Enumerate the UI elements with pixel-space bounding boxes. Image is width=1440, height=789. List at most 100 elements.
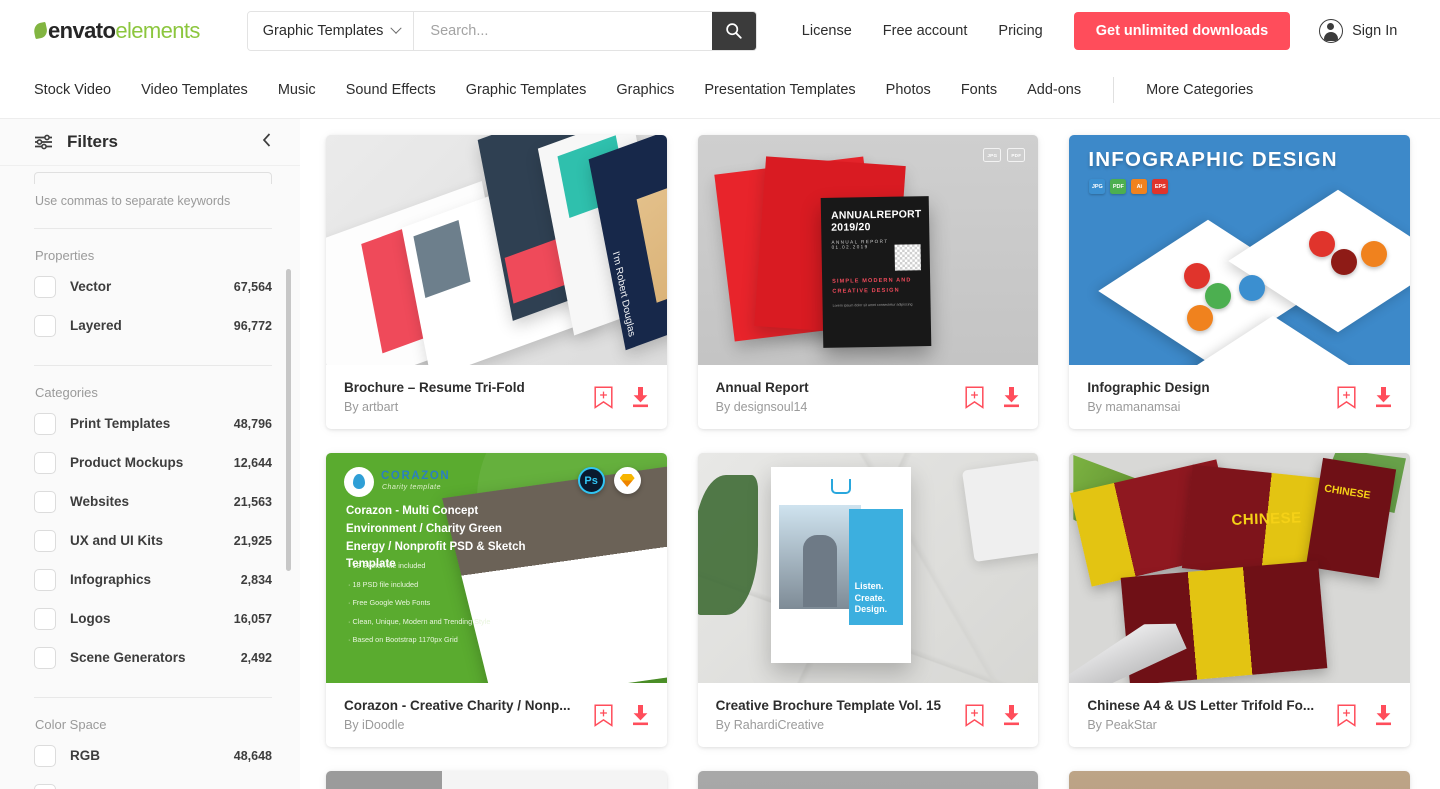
format-badge-pdf: PDF (1110, 179, 1127, 194)
checkbox[interactable] (34, 646, 56, 669)
thumbnail-artwork-partial-1 (326, 771, 667, 789)
search-button[interactable] (711, 11, 756, 50)
card-author[interactable]: By artbart (344, 400, 584, 414)
filter-option-vector[interactable]: Vector 67,564 (34, 267, 272, 306)
result-card[interactable]: ANNUALREPORT 2019/20 ANNUAL REPORT 01.02… (697, 135, 1039, 429)
artwork-headline-small-text: CHINESE (1323, 482, 1372, 502)
filter-option-print-templates[interactable]: Print Templates 48,796 (34, 404, 272, 443)
filter-option-infographics[interactable]: Infographics 2,834 (34, 560, 272, 599)
card-thumbnail[interactable]: Listen. Create. Design. (697, 453, 1039, 683)
card-thumbnail[interactable]: INFOGRAPHIC DESIGN JPG PDF Ai EPS (1069, 135, 1410, 365)
result-card[interactable]: Listen. Create. Design. Creative Brochur… (697, 453, 1039, 747)
checkbox[interactable] (34, 275, 56, 298)
download-icon[interactable] (1373, 386, 1394, 408)
checkbox[interactable] (34, 451, 56, 474)
nav-item-more-categories[interactable]: More Categories (1146, 82, 1253, 98)
download-icon[interactable] (1373, 704, 1394, 726)
nav-item-fonts[interactable]: Fonts (961, 82, 997, 98)
checkbox[interactable] (34, 783, 56, 789)
nav-item-photos[interactable]: Photos (886, 82, 931, 98)
card-author[interactable]: By RahardiCreative (716, 718, 956, 732)
download-icon[interactable] (630, 704, 651, 726)
result-card[interactable]: I'm Robert Douglas Brochure – Resume Tri… (326, 135, 667, 429)
filter-option-rgb[interactable]: RGB 48,648 (34, 736, 272, 775)
filter-group-title-color-space: Color Space (35, 717, 107, 732)
category-nav: Stock Video Video Templates Music Sound … (0, 61, 1440, 119)
card-author[interactable]: By mamanamsai (1087, 400, 1327, 414)
chevron-left-icon (262, 132, 271, 147)
card-thumbnail[interactable]: I'm Robert Douglas (326, 135, 667, 365)
result-card[interactable] (326, 771, 667, 789)
nav-item-music[interactable]: Music (278, 82, 316, 98)
result-card[interactable]: CORAZON Charity template Corazon - Multi… (326, 453, 667, 747)
filter-option-websites[interactable]: Websites 21,563 (34, 482, 272, 521)
checkbox[interactable] (34, 412, 56, 435)
checkbox[interactable] (34, 490, 56, 513)
card-thumbnail[interactable]: CORAZON Charity template Corazon - Multi… (326, 453, 667, 683)
artwork-bullets-text: · 18 Sketch file included · 18 PSD file … (348, 561, 491, 645)
result-card[interactable] (697, 771, 1039, 789)
header-nav-free-account[interactable]: Free account (883, 23, 968, 39)
nav-item-graphics[interactable]: Graphics (616, 82, 674, 98)
download-icon[interactable] (1001, 386, 1022, 408)
result-card[interactable] (1069, 771, 1410, 789)
filters-sidebar: Filters Use commas to separate keywords … (0, 119, 300, 789)
card-author[interactable]: By PeakStar (1087, 718, 1327, 732)
filter-count: 2,834 (240, 572, 272, 587)
filter-option-logos[interactable]: Logos 16,057 (34, 599, 272, 638)
filter-option-scene-generators[interactable]: Scene Generators 2,492 (34, 638, 272, 677)
filter-count: 12,644 (233, 455, 272, 470)
bookmark-add-icon[interactable] (1337, 385, 1356, 409)
page-body: Filters Use commas to separate keywords … (0, 119, 1440, 789)
checkbox[interactable] (34, 607, 56, 630)
header-nav-pricing[interactable]: Pricing (998, 23, 1042, 39)
result-card[interactable]: CHINESE CHINESE Chinese A4 & US Letter T… (1069, 453, 1410, 747)
card-thumbnail[interactable]: ANNUALREPORT 2019/20 ANNUAL REPORT 01.02… (697, 135, 1039, 365)
filters-scroll-area[interactable]: Use commas to separate keywords Properti… (0, 166, 300, 789)
filter-option-layered[interactable]: Layered 96,772 (34, 306, 272, 345)
card-thumbnail[interactable] (1069, 771, 1410, 789)
filter-option-cmyk[interactable]: CMYK 54,040 (34, 775, 272, 789)
site-header: envato elements Graphic Templates Licens… (0, 0, 1440, 61)
checkbox[interactable] (34, 568, 56, 591)
checkbox[interactable] (34, 529, 56, 552)
bookmark-add-icon[interactable] (965, 385, 984, 409)
nav-item-add-ons[interactable]: Add-ons (1027, 82, 1081, 98)
bookmark-add-icon[interactable] (594, 703, 613, 727)
nav-item-stock-video[interactable]: Stock Video (34, 82, 111, 98)
filter-label: Infographics (70, 572, 152, 587)
filter-option-ux-and-ui-kits[interactable]: UX and UI Kits 21,925 (34, 521, 272, 560)
search-input[interactable] (414, 11, 712, 50)
result-card[interactable]: INFOGRAPHIC DESIGN JPG PDF Ai EPS Infogr… (1069, 135, 1410, 429)
get-unlimited-downloads-button[interactable]: Get unlimited downloads (1073, 11, 1291, 50)
sign-in-button[interactable]: Sign In (1319, 18, 1397, 43)
filter-label: RGB (70, 748, 100, 763)
header-nav-license[interactable]: License (802, 23, 852, 39)
download-icon[interactable] (1001, 704, 1022, 726)
card-thumbnail[interactable] (697, 771, 1039, 789)
nav-item-presentation-templates[interactable]: Presentation Templates (704, 82, 855, 98)
collapse-filters-button[interactable] (261, 132, 273, 153)
checkbox[interactable] (34, 314, 56, 337)
search-category-select[interactable]: Graphic Templates (247, 11, 415, 50)
card-footer: Corazon - Creative Charity / Nonp... By … (326, 683, 667, 747)
card-thumbnail[interactable]: CHINESE CHINESE (1069, 453, 1410, 683)
filter-option-product-mockups[interactable]: Product Mockups 12,644 (34, 443, 272, 482)
bookmark-add-icon[interactable] (965, 703, 984, 727)
bookmark-add-icon[interactable] (1337, 703, 1356, 727)
card-author[interactable]: By iDoodle (344, 718, 584, 732)
filter-label: Product Mockups (70, 455, 184, 470)
nav-item-video-templates[interactable]: Video Templates (141, 82, 248, 98)
card-thumbnail[interactable] (326, 771, 667, 789)
nav-item-graphic-templates[interactable]: Graphic Templates (466, 82, 587, 98)
filter-group-title-properties: Properties (35, 248, 95, 263)
card-author[interactable]: By designsoul14 (716, 400, 956, 414)
bookmark-add-icon[interactable] (594, 385, 613, 409)
leaf-icon (32, 21, 49, 40)
keywords-input[interactable] (34, 172, 272, 184)
download-icon[interactable] (630, 386, 651, 408)
envato-elements-logo[interactable]: envato elements (32, 18, 200, 44)
checkbox[interactable] (34, 744, 56, 767)
artwork-headline-text: ANNUALREPORT (830, 208, 922, 222)
nav-item-sound-effects[interactable]: Sound Effects (346, 82, 436, 98)
